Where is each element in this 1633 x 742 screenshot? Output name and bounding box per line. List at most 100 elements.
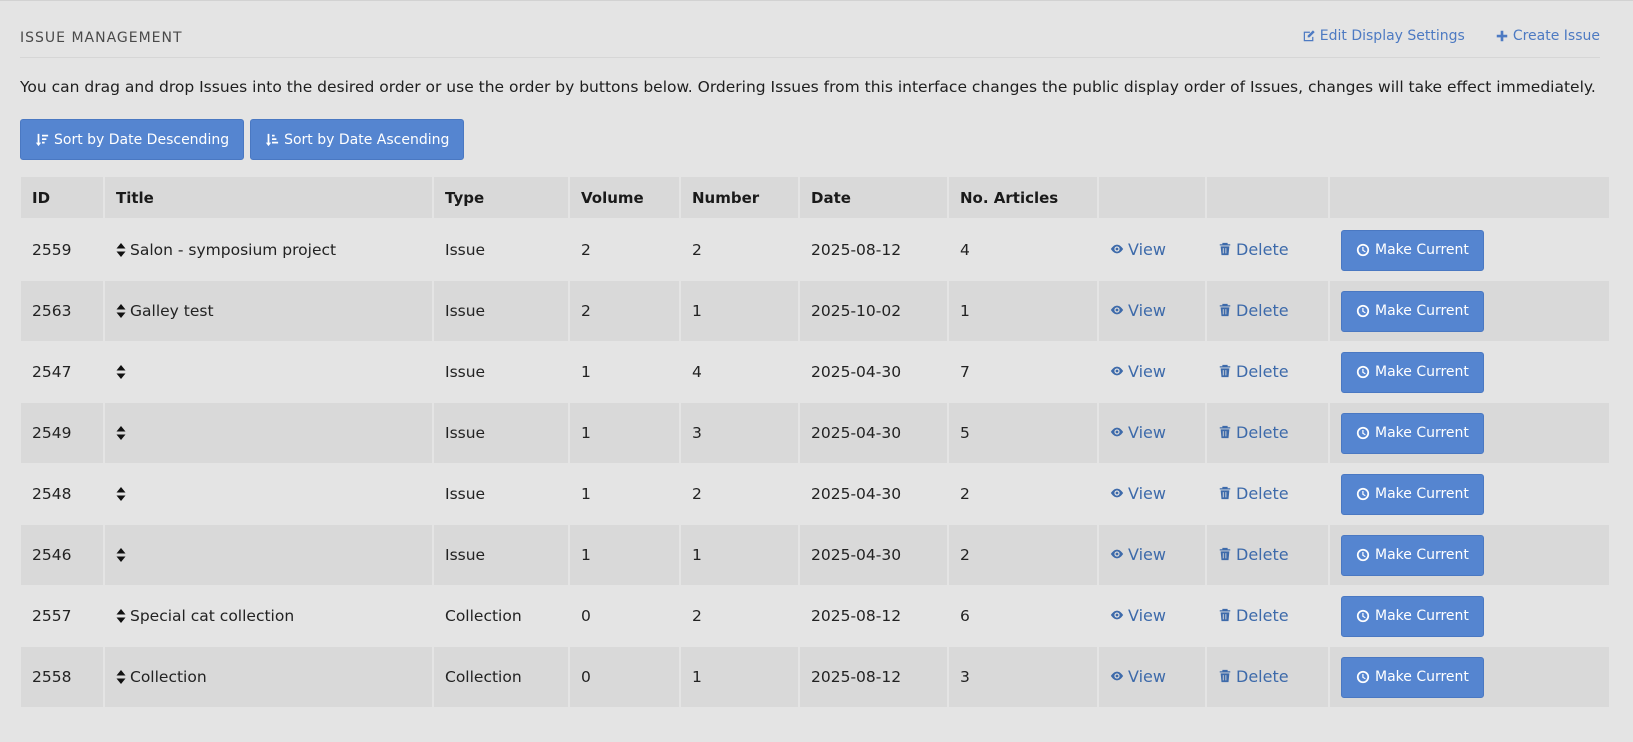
trash-icon	[1219, 243, 1231, 256]
table-row[interactable]: 2546 Issue 1 1 2025-04-30 2 View Delete Make Cur…	[21, 525, 1609, 586]
cell-id: 2546	[21, 525, 103, 586]
drag-sort-icon[interactable]	[116, 548, 126, 562]
cell-articles: 6	[949, 586, 1097, 647]
drag-sort-icon[interactable]	[116, 426, 126, 440]
delete-link[interactable]: Delete	[1218, 362, 1289, 381]
table-row[interactable]: 2559 Salon - symposium project Issue 2 2 2025…	[21, 220, 1609, 281]
column-header-id[interactable]: ID	[21, 177, 103, 220]
cell-articles: 5	[949, 403, 1097, 464]
cell-articles: 2	[949, 464, 1097, 525]
drag-sort-icon[interactable]	[116, 243, 126, 257]
edit-display-settings-link[interactable]: Edit Display Settings	[1302, 28, 1465, 44]
cell-volume: 2	[570, 220, 679, 281]
make-current-button[interactable]: Make Current	[1341, 534, 1484, 576]
column-header-type[interactable]: Type	[434, 177, 568, 220]
clock-icon	[1356, 609, 1370, 623]
cell-make-current: Make Current	[1330, 464, 1609, 525]
view-label: View	[1128, 300, 1166, 320]
view-link[interactable]: View	[1110, 606, 1166, 625]
cell-volume: 1	[570, 403, 679, 464]
cell-type: Collection	[434, 586, 568, 647]
eye-icon	[1110, 366, 1124, 376]
make-current-button[interactable]: Make Current	[1341, 595, 1484, 637]
cell-make-current: Make Current	[1330, 342, 1609, 403]
cell-title	[105, 342, 432, 403]
make-current-label: Make Current	[1375, 669, 1469, 685]
make-current-button[interactable]: Make Current	[1341, 656, 1484, 698]
view-link[interactable]: View	[1110, 362, 1166, 381]
clock-icon	[1356, 304, 1370, 318]
eye-icon	[1110, 671, 1124, 681]
plus-icon	[1496, 30, 1508, 42]
cell-date: 2025-08-12	[800, 586, 947, 647]
cell-title: Salon - symposium project	[105, 220, 432, 281]
cell-volume: 1	[570, 464, 679, 525]
clock-icon	[1356, 670, 1370, 684]
table-row[interactable]: 2547 Issue 1 4 2025-04-30 7 View Delete Make Cur…	[21, 342, 1609, 403]
trash-icon	[1219, 304, 1231, 317]
view-link[interactable]: View	[1110, 667, 1166, 686]
delete-link[interactable]: Delete	[1218, 606, 1289, 625]
cell-articles: 3	[949, 647, 1097, 708]
column-header-date[interactable]: Date	[800, 177, 947, 220]
make-current-button[interactable]: Make Current	[1341, 351, 1484, 393]
delete-link[interactable]: Delete	[1218, 484, 1289, 503]
column-header-articles[interactable]: No. Articles	[949, 177, 1097, 220]
cell-view: View	[1099, 586, 1205, 647]
make-current-button[interactable]: Make Current	[1341, 412, 1484, 454]
view-label: View	[1128, 239, 1166, 259]
delete-link[interactable]: Delete	[1218, 301, 1289, 320]
delete-label: Delete	[1236, 300, 1289, 320]
make-current-label: Make Current	[1375, 303, 1469, 319]
delete-link[interactable]: Delete	[1218, 545, 1289, 564]
view-link[interactable]: View	[1110, 545, 1166, 564]
table-row[interactable]: 2557 Special cat collection Collection 0 2 20…	[21, 586, 1609, 647]
cell-date: 2025-08-12	[800, 220, 947, 281]
cell-make-current: Make Current	[1330, 586, 1609, 647]
table-row[interactable]: 2549 Issue 1 3 2025-04-30 5 View Delete Make Cur…	[21, 403, 1609, 464]
cell-title: Galley test	[105, 281, 432, 342]
create-issue-link[interactable]: Create Issue	[1495, 28, 1600, 44]
make-current-button[interactable]: Make Current	[1341, 290, 1484, 332]
table-row[interactable]: 2558 Collection Collection 0 1 2025-08-12 3 Vie…	[21, 647, 1609, 708]
trash-icon	[1219, 548, 1231, 561]
view-link[interactable]: View	[1110, 484, 1166, 503]
drag-sort-icon[interactable]	[116, 365, 126, 379]
column-header-number[interactable]: Number	[681, 177, 798, 220]
drag-sort-icon[interactable]	[116, 670, 126, 684]
drag-sort-icon[interactable]	[116, 304, 126, 318]
create-issue-label: Create Issue	[1512, 28, 1600, 44]
delete-link[interactable]: Delete	[1218, 423, 1289, 442]
cell-title: Collection	[105, 647, 432, 708]
delete-link[interactable]: Delete	[1218, 667, 1289, 686]
cell-type: Issue	[434, 342, 568, 403]
drag-sort-icon[interactable]	[116, 609, 126, 623]
view-link[interactable]: View	[1110, 240, 1166, 259]
cell-date: 2025-08-12	[800, 647, 947, 708]
cell-delete: Delete	[1207, 342, 1328, 403]
table-row[interactable]: 2563 Galley test Issue 2 1 2025-10-02 1 View Del…	[21, 281, 1609, 342]
clock-icon	[1356, 243, 1370, 257]
view-label: View	[1128, 361, 1166, 381]
cell-delete: Delete	[1207, 647, 1328, 708]
make-current-button[interactable]: Make Current	[1341, 229, 1484, 271]
cell-number: 1	[681, 647, 798, 708]
delete-link[interactable]: Delete	[1218, 240, 1289, 259]
view-link[interactable]: View	[1110, 301, 1166, 320]
table-row[interactable]: 2548 Issue 1 2 2025-04-30 2 View Delete Make Cur…	[21, 464, 1609, 525]
cell-volume: 0	[570, 586, 679, 647]
cell-type: Issue	[434, 403, 568, 464]
view-link[interactable]: View	[1110, 423, 1166, 442]
clock-icon	[1356, 365, 1370, 379]
sort-date-descending-button[interactable]: Sort by Date Descending	[20, 119, 245, 160]
cell-view: View	[1099, 281, 1205, 342]
column-header-title[interactable]: Title	[105, 177, 432, 220]
delete-label: Delete	[1236, 666, 1289, 686]
drag-sort-icon[interactable]	[116, 487, 126, 501]
column-header-volume[interactable]: Volume	[570, 177, 679, 220]
view-label: View	[1128, 666, 1166, 686]
table-header-row: ID Title Type Volume Number Date No. Art…	[21, 177, 1609, 220]
trash-icon	[1219, 609, 1231, 622]
sort-date-ascending-button[interactable]: Sort by Date Ascending	[250, 119, 465, 160]
make-current-button[interactable]: Make Current	[1341, 473, 1484, 515]
